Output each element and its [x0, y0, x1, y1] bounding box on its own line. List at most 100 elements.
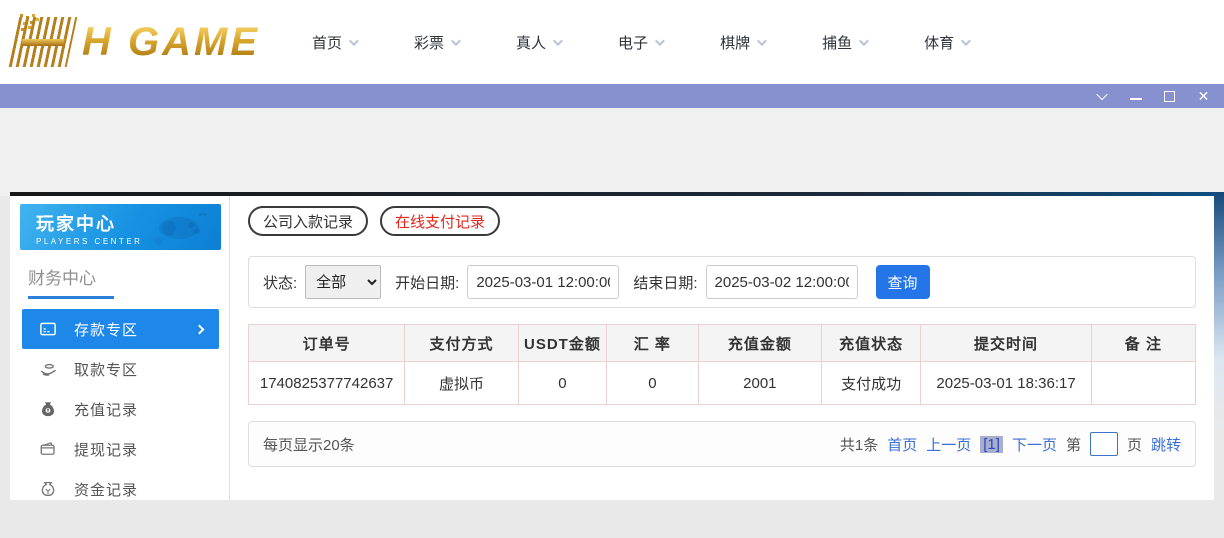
- jump-go-link[interactable]: 跳转: [1151, 434, 1181, 455]
- sidebar-item-label: 存款专区: [74, 319, 138, 340]
- minimize-button[interactable]: [1129, 90, 1142, 103]
- logo-striped-h-icon: [9, 17, 78, 67]
- content-area: 公司入款记录 在线支付记录 状态: 全部 开始日期: 结束日期: 查询: [230, 196, 1214, 500]
- records-table-wrap: 订单号 支付方式 USDT金额 汇 率 充值金额 充值状态 提交时间 备 注 1: [248, 324, 1196, 405]
- chevron-down-icon: [553, 36, 563, 46]
- sidebar-item-label: 提现记录: [74, 439, 138, 460]
- sidebar-item-label: 取款专区: [74, 359, 138, 380]
- players-center-panel: 玩家中心 PLAYERS CENTER 财务中心 存: [10, 196, 1214, 500]
- jump-label-post: 页: [1127, 434, 1142, 455]
- window-titlebar: ✕: [0, 84, 1224, 108]
- cell-submit-time: 2025-03-01 18:36:17: [921, 362, 1091, 405]
- status-label: 状态:: [263, 272, 297, 293]
- sidebar-item-deposit-zone[interactable]: 存款专区: [22, 309, 219, 349]
- nav-item-label: 体育: [924, 32, 954, 53]
- col-payment-method: 支付方式: [405, 325, 519, 362]
- end-date-input[interactable]: [706, 265, 858, 299]
- next-page-link[interactable]: 下一页: [1012, 434, 1057, 455]
- sidebar-section-title: 财务中心: [10, 250, 229, 289]
- table-header-row: 订单号 支付方式 USDT金额 汇 率 充值金额 充值状态 提交时间 备 注: [249, 325, 1196, 362]
- chevron-down-icon: [349, 36, 359, 46]
- sidebar-section-underline: [28, 296, 114, 299]
- cell-exchange-rate: 0: [606, 362, 698, 405]
- pagination-bar: 每页显示20条 共1条 首页 上一页 [1] 下一页 第 页 跳转: [248, 421, 1196, 467]
- nav-item-slots[interactable]: 电子: [618, 32, 662, 53]
- maximize-button[interactable]: [1163, 90, 1176, 103]
- sidebar-header: 玩家中心 PLAYERS CENTER: [20, 204, 221, 250]
- col-recharge-status: 充值状态: [821, 325, 920, 362]
- col-submit-time: 提交时间: [921, 325, 1091, 362]
- chevron-down-icon: [451, 36, 461, 46]
- wallet-icon: [38, 439, 58, 459]
- sidebar-item-withdraw-zone[interactable]: 取款专区: [22, 349, 219, 389]
- nav-item-home[interactable]: 首页: [312, 32, 356, 53]
- sidebar-item-label: 充值记录: [74, 399, 138, 420]
- sidebar-item-recharge-records[interactable]: 充值记录: [22, 389, 219, 429]
- sidebar: 玩家中心 PLAYERS CENTER 财务中心 存: [10, 196, 230, 500]
- cell-payment-method: 虚拟币: [405, 362, 519, 405]
- top-header: H GAME 首页 彩票 真人 电子 棋牌 捕鱼 体育: [0, 0, 1224, 84]
- cell-usdt-amount: 0: [518, 362, 606, 405]
- cell-recharge-status: 支付成功: [821, 362, 920, 405]
- col-exchange-rate: 汇 率: [606, 325, 698, 362]
- nav-item-label: 首页: [312, 32, 342, 53]
- nav-item-chess[interactable]: 棋牌: [720, 32, 764, 53]
- nav-item-label: 真人: [516, 32, 546, 53]
- nav-item-label: 捕鱼: [822, 32, 852, 53]
- total-count-label: 共1条: [840, 434, 878, 455]
- col-usdt-amount: USDT金额: [518, 325, 606, 362]
- cell-recharge-amount: 2001: [698, 362, 821, 405]
- nav-item-label: 电子: [618, 32, 648, 53]
- sidebar-item-label: 资金记录: [74, 479, 138, 500]
- filter-bar: 状态: 全部 开始日期: 结束日期: 查询: [248, 256, 1196, 308]
- record-tabs: 公司入款记录 在线支付记录: [248, 206, 1196, 236]
- first-page-link[interactable]: 首页: [887, 434, 917, 455]
- search-button[interactable]: 查询: [876, 265, 930, 299]
- current-page-indicator[interactable]: [1]: [980, 436, 1003, 453]
- start-date-input[interactable]: [467, 265, 619, 299]
- start-date-label: 开始日期:: [395, 272, 459, 293]
- chevron-down-icon: [961, 36, 971, 46]
- nav-item-fishing[interactable]: 捕鱼: [822, 32, 866, 53]
- per-page-label: 每页显示20条: [263, 434, 355, 455]
- col-remark: 备 注: [1091, 325, 1195, 362]
- sidebar-item-withdrawal-records[interactable]: 提现记录: [22, 429, 219, 469]
- chevron-down-icon: [757, 36, 767, 46]
- records-table: 订单号 支付方式 USDT金额 汇 率 充值金额 充值状态 提交时间 备 注 1: [248, 324, 1196, 405]
- panel-right-glow: [1214, 192, 1224, 432]
- chevron-down-icon: [859, 36, 869, 46]
- money-bag-icon: [38, 399, 58, 419]
- prev-page-link[interactable]: 上一页: [926, 434, 971, 455]
- nav-item-live[interactable]: 真人: [516, 32, 560, 53]
- logo: H GAME: [14, 10, 260, 74]
- main-nav: 首页 彩票 真人 电子 棋牌 捕鱼 体育: [312, 32, 968, 53]
- chevron-right-icon: [195, 324, 205, 334]
- col-recharge-amount: 充值金额: [698, 325, 821, 362]
- hand-money-icon: [38, 359, 58, 379]
- tab-company-deposit-records[interactable]: 公司入款记录: [248, 206, 368, 236]
- nav-item-label: 棋牌: [720, 32, 750, 53]
- page-background-spacer: [0, 108, 1224, 196]
- status-select[interactable]: 全部: [305, 265, 381, 299]
- cell-remark: [1091, 362, 1195, 405]
- nav-item-lottery[interactable]: 彩票: [414, 32, 458, 53]
- chevron-down-icon: [655, 36, 665, 46]
- cell-order-no: 1740825377742637: [249, 362, 405, 405]
- main-area: 玩家中心 PLAYERS CENTER 财务中心 存: [0, 196, 1224, 538]
- jump-label-pre: 第: [1066, 434, 1081, 455]
- close-button[interactable]: ✕: [1197, 90, 1210, 103]
- gamepad-icon: [149, 208, 213, 248]
- pager: 共1条 首页 上一页 [1] 下一页 第 页 跳转: [840, 432, 1181, 456]
- jump-page-input[interactable]: [1090, 432, 1118, 456]
- deposit-card-icon: [38, 319, 58, 339]
- table-row: 1740825377742637 虚拟币 0 0 2001 支付成功 2025-…: [249, 362, 1196, 405]
- tab-online-payment-records[interactable]: 在线支付记录: [380, 206, 500, 236]
- logo-text: H GAME: [82, 20, 260, 65]
- col-order-no: 订单号: [249, 325, 405, 362]
- sidebar-menu: 存款专区 取款专区 充值记录: [10, 309, 229, 509]
- sidebar-item-funds-records[interactable]: 资金记录: [22, 469, 219, 509]
- end-date-label: 结束日期:: [633, 272, 697, 293]
- money-bag-coin-icon: [38, 479, 58, 499]
- nav-item-sports[interactable]: 体育: [924, 32, 968, 53]
- titlebar-chevron-down-icon[interactable]: [1095, 90, 1108, 103]
